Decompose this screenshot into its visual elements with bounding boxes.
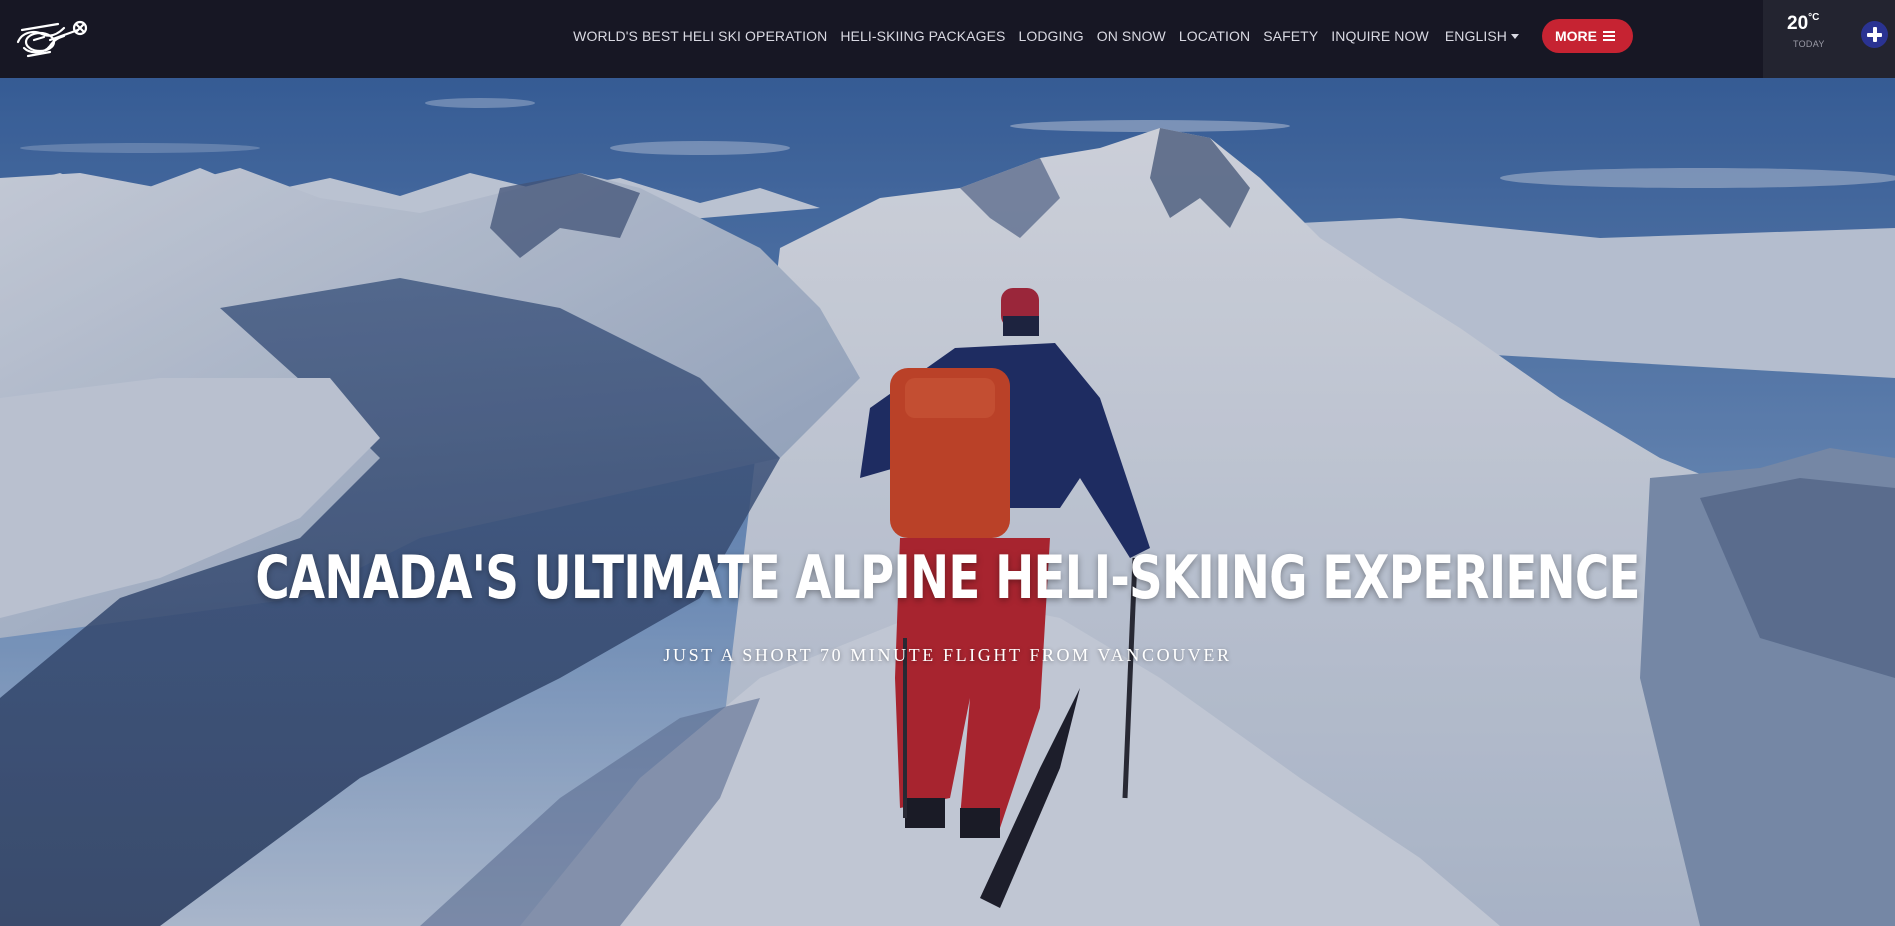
nav-item-lodging[interactable]: LODGING xyxy=(1018,28,1083,44)
weather-widget: 20°C TODAY xyxy=(1763,0,1895,78)
menu-icon xyxy=(1603,31,1615,41)
temperature-value: 20 xyxy=(1787,13,1809,34)
nav-item-best-operation[interactable]: WORLD'S BEST HELI SKI OPERATION xyxy=(573,28,827,44)
nav-item-location[interactable]: LOCATION xyxy=(1179,28,1250,44)
temperature-unit: °C xyxy=(1808,12,1820,23)
hero-headline: CANADA'S ULTIMATE ALPINE HELI-SKIING EXP… xyxy=(255,543,1640,613)
language-dropdown[interactable]: ENGLISH xyxy=(1445,28,1519,44)
main-navigation: WORLD'S BEST HELI SKI OPERATION HELI-SKI… xyxy=(573,0,1633,72)
caret-down-icon xyxy=(1511,33,1519,39)
helicopter-logo[interactable] xyxy=(14,10,92,62)
language-label: ENGLISH xyxy=(1444,28,1507,44)
hero-dim-overlay xyxy=(0,78,1895,926)
hero-banner: CANADA'S ULTIMATE ALPINE HELI-SKIING EXP… xyxy=(0,78,1895,926)
hero-subheadline: JUST A SHORT 70 MINUTE FLIGHT FROM VANCO… xyxy=(663,645,1232,665)
more-menu-button[interactable]: MORE xyxy=(1542,19,1633,53)
helicopter-logo-icon xyxy=(16,20,88,58)
more-button-label: MORE xyxy=(1555,28,1597,44)
plus-icon[interactable] xyxy=(1861,21,1888,48)
nav-item-inquire-now[interactable]: INQUIRE NOW xyxy=(1331,28,1429,44)
nav-item-packages[interactable]: HELI-SKIING PACKAGES xyxy=(840,28,1005,44)
temperature-readout: 20°C xyxy=(1787,12,1820,35)
nav-item-on-snow[interactable]: ON SNOW xyxy=(1097,28,1166,44)
nav-item-safety[interactable]: SAFETY xyxy=(1263,28,1318,44)
temperature-label: TODAY xyxy=(1793,39,1825,49)
top-navigation-bar: WORLD'S BEST HELI SKI OPERATION HELI-SKI… xyxy=(0,0,1895,78)
